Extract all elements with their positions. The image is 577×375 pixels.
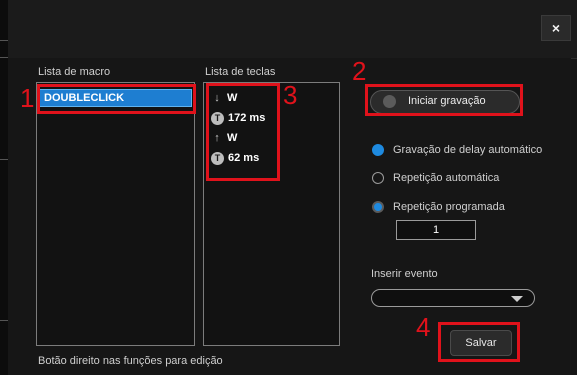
highlight-box-1 bbox=[37, 84, 196, 114]
key-list-label: Lista de teclas bbox=[205, 66, 276, 78]
macro-list-label: Lista de macro bbox=[38, 66, 111, 78]
radio-auto-repeat[interactable] bbox=[372, 172, 384, 184]
insert-event-label: Inserir evento bbox=[371, 268, 438, 280]
window-edge bbox=[0, 0, 8, 375]
repeat-count-input[interactable]: 1 bbox=[396, 220, 476, 240]
highlight-box-2 bbox=[365, 84, 523, 116]
annotation-number-4: 4 bbox=[416, 312, 431, 342]
footer-hint: Botão direito nas funções para edição bbox=[38, 355, 223, 367]
annotation-number-3: 3 bbox=[283, 80, 298, 110]
chevron-down-icon[interactable] bbox=[511, 296, 523, 302]
highlight-box-4 bbox=[438, 322, 520, 362]
highlight-box-3 bbox=[206, 83, 280, 181]
programmed-repeat-label: Repetição programada bbox=[393, 201, 505, 213]
auto-repeat-label: Repetição automática bbox=[393, 172, 500, 184]
radio-auto-delay[interactable] bbox=[372, 144, 384, 156]
annotation-number-2: 2 bbox=[352, 56, 367, 86]
annotation-number-1: 1 bbox=[20, 83, 35, 113]
auto-delay-label: Gravação de delay automático bbox=[393, 144, 543, 156]
radio-programmed-repeat[interactable] bbox=[372, 201, 384, 213]
close-button[interactable]: × bbox=[541, 15, 571, 41]
title-bar bbox=[0, 0, 577, 59]
macro-list[interactable] bbox=[36, 82, 195, 346]
